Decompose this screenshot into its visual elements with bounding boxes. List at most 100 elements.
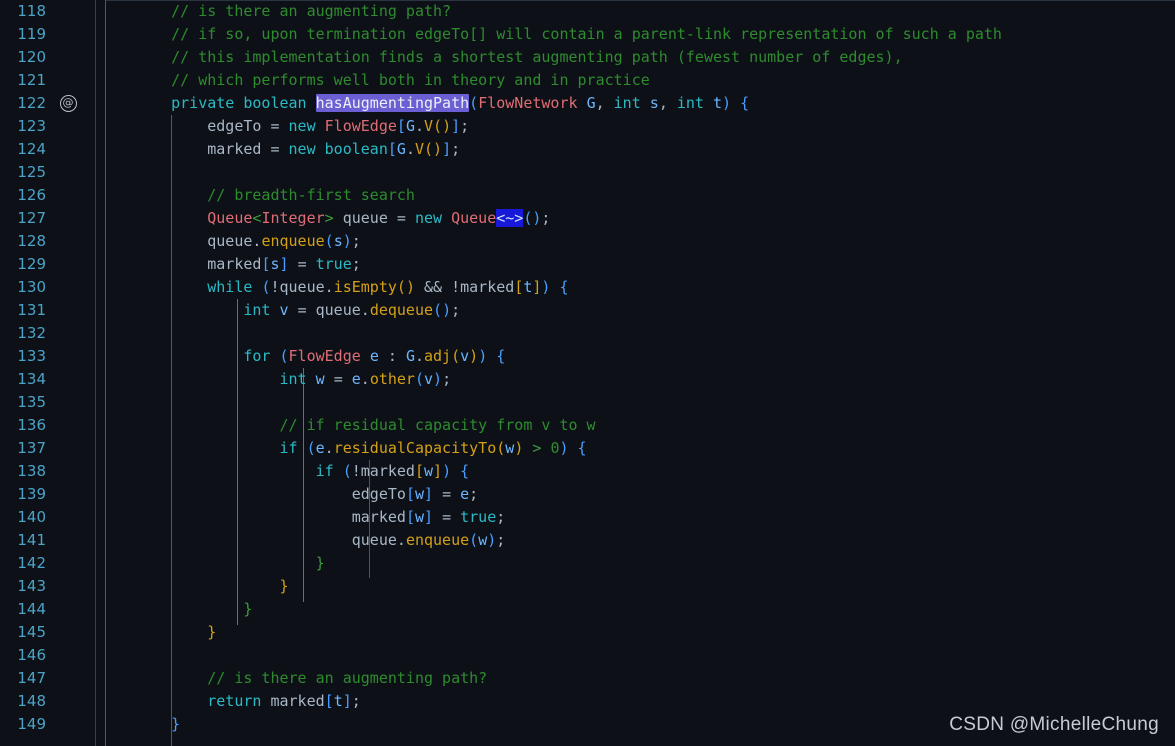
bracket-open: ( <box>469 531 479 549</box>
gutter-row[interactable]: 121 <box>0 69 95 92</box>
code-line[interactable]: // is there an augmenting path? <box>96 0 1175 23</box>
code-line[interactable]: // if so, upon termination edgeTo[] will… <box>96 23 1175 46</box>
code-line[interactable]: marked[s] = true; <box>96 253 1175 276</box>
gutter-row[interactable]: 126 <box>0 184 95 207</box>
gutter-row[interactable]: 120 <box>0 46 95 69</box>
gutter-row[interactable]: 148 <box>0 690 95 713</box>
gutter-row[interactable]: 139 <box>0 483 95 506</box>
gutter-row[interactable]: 137 <box>0 437 95 460</box>
gutter-row[interactable]: 119 <box>0 23 95 46</box>
code-line[interactable] <box>96 322 1175 345</box>
operator-token <box>189 117 198 135</box>
code-line[interactable]: if (!marked[w]) { <box>96 460 1175 483</box>
operator-token <box>198 232 207 250</box>
code-editor[interactable]: 118 119 120 121 122 @123 124 125 126 127 128 129 130… <box>0 0 1175 746</box>
gutter-row[interactable]: 136 <box>0 414 95 437</box>
line-number: 145 <box>17 623 46 641</box>
bracket-close: ) <box>442 462 452 480</box>
code-line[interactable]: private boolean hasAugmentingPath(FlowNe… <box>96 92 1175 115</box>
gutter-row[interactable]: 118 <box>0 0 95 23</box>
operator-token <box>207 439 216 457</box>
operator-token <box>343 370 352 388</box>
gutter-row[interactable]: 122 @ <box>0 92 95 115</box>
code-line[interactable] <box>96 644 1175 667</box>
type-token: FlowEdge <box>324 117 397 135</box>
code-line[interactable]: if (e.residualCapacityTo(w) > 0) { <box>96 437 1175 460</box>
operator-token <box>198 531 207 549</box>
code-line[interactable]: for (FlowEdge e : G.adj(v)) { <box>96 345 1175 368</box>
line-number: 130 <box>17 278 46 296</box>
code-line[interactable]: edgeTo = new FlowEdge[G.V()]; <box>96 115 1175 138</box>
code-line[interactable]: } <box>96 713 1175 736</box>
code-line[interactable]: int v = queue.dequeue(); <box>96 299 1175 322</box>
operator-token <box>216 508 225 526</box>
code-line[interactable]: // is there an augmenting path? <box>96 667 1175 690</box>
operator-token <box>189 370 198 388</box>
code-line[interactable]: // which performs well both in theory an… <box>96 69 1175 92</box>
gutter-row[interactable]: 143 <box>0 575 95 598</box>
code-line[interactable]: } <box>96 552 1175 575</box>
operator-token <box>433 508 442 526</box>
gutter-row[interactable]: 147 <box>0 667 95 690</box>
code-line[interactable]: return marked[t]; <box>96 690 1175 713</box>
code-line[interactable]: // this implementation finds a shortest … <box>96 46 1175 69</box>
gutter-row[interactable]: 138 <box>0 460 95 483</box>
code-line[interactable]: marked = new boolean[G.V()]; <box>96 138 1175 161</box>
operator-token <box>180 485 189 503</box>
gutter-row[interactable]: 146 <box>0 644 95 667</box>
operator-token <box>207 301 216 319</box>
gutter-row[interactable]: 133 <box>0 345 95 368</box>
operator-token <box>162 485 171 503</box>
gutter-row[interactable]: 135 <box>0 391 95 414</box>
gutter-row[interactable]: 144 <box>0 598 95 621</box>
gutter-row[interactable]: 124 <box>0 138 95 161</box>
code-line[interactable]: } <box>96 575 1175 598</box>
operator-token <box>216 370 225 388</box>
code-line[interactable]: } <box>96 598 1175 621</box>
code-line[interactable]: queue.enqueue(s); <box>96 230 1175 253</box>
operator-token <box>216 347 225 365</box>
gutter-row[interactable]: 149 <box>0 713 95 736</box>
gutter-row[interactable]: 125 <box>0 161 95 184</box>
code-line[interactable]: while (!queue.isEmpty() && !marked[t]) { <box>96 276 1175 299</box>
operator-token <box>135 439 144 457</box>
gutter-row[interactable]: 132 <box>0 322 95 345</box>
collapsed-generic-badge[interactable]: <~> <box>496 209 524 227</box>
code-line[interactable]: // if residual capacity from v to w <box>96 414 1175 437</box>
code-line[interactable]: marked[w] = true; <box>96 506 1175 529</box>
code-line[interactable]: } <box>96 621 1175 644</box>
selected-symbol[interactable]: hasAugmentingPath <box>315 94 470 112</box>
code-line[interactable] <box>96 161 1175 184</box>
identifier-token: queue <box>315 301 361 319</box>
gutter-row[interactable]: 141 <box>0 529 95 552</box>
operator-token <box>162 232 171 250</box>
gutter-row[interactable]: 140 <box>0 506 95 529</box>
code-content-area[interactable]: // is there an augmenting path? // if so… <box>96 0 1175 746</box>
gutter-row[interactable]: 127 <box>0 207 95 230</box>
gutter-row[interactable]: 130 <box>0 276 95 299</box>
operator-token <box>171 278 180 296</box>
gutter-row[interactable]: 131 <box>0 299 95 322</box>
gutter-row[interactable]: 142 <box>0 552 95 575</box>
type-token: FlowEdge <box>288 347 361 365</box>
gutter-row[interactable]: 145 <box>0 621 95 644</box>
bracket-close: ) <box>514 439 524 457</box>
gutter-row[interactable]: 129 <box>0 253 95 276</box>
operator-token <box>135 462 144 480</box>
code-line[interactable] <box>96 391 1175 414</box>
code-line[interactable]: edgeTo[w] = e; <box>96 483 1175 506</box>
at-annotation-icon[interactable]: @ <box>59 95 77 112</box>
bracket-close: ) <box>342 232 352 250</box>
gutter-row[interactable]: 128 <box>0 230 95 253</box>
gutter-row[interactable]: 123 <box>0 115 95 138</box>
editor-gutter[interactable]: 118 119 120 121 122 @123 124 125 126 127 128 129 130… <box>0 0 96 746</box>
operator-token: ; <box>451 301 461 319</box>
operator-token <box>280 485 289 503</box>
code-line[interactable]: // breadth-first search <box>96 184 1175 207</box>
bracket-open: { <box>740 94 750 112</box>
code-line[interactable]: int w = e.other(v); <box>96 368 1175 391</box>
code-line[interactable]: queue.enqueue(w); <box>96 529 1175 552</box>
operator-token <box>135 485 144 503</box>
gutter-row[interactable]: 134 <box>0 368 95 391</box>
code-line[interactable]: Queue<Integer> queue = new Queue<~>(); <box>96 207 1175 230</box>
